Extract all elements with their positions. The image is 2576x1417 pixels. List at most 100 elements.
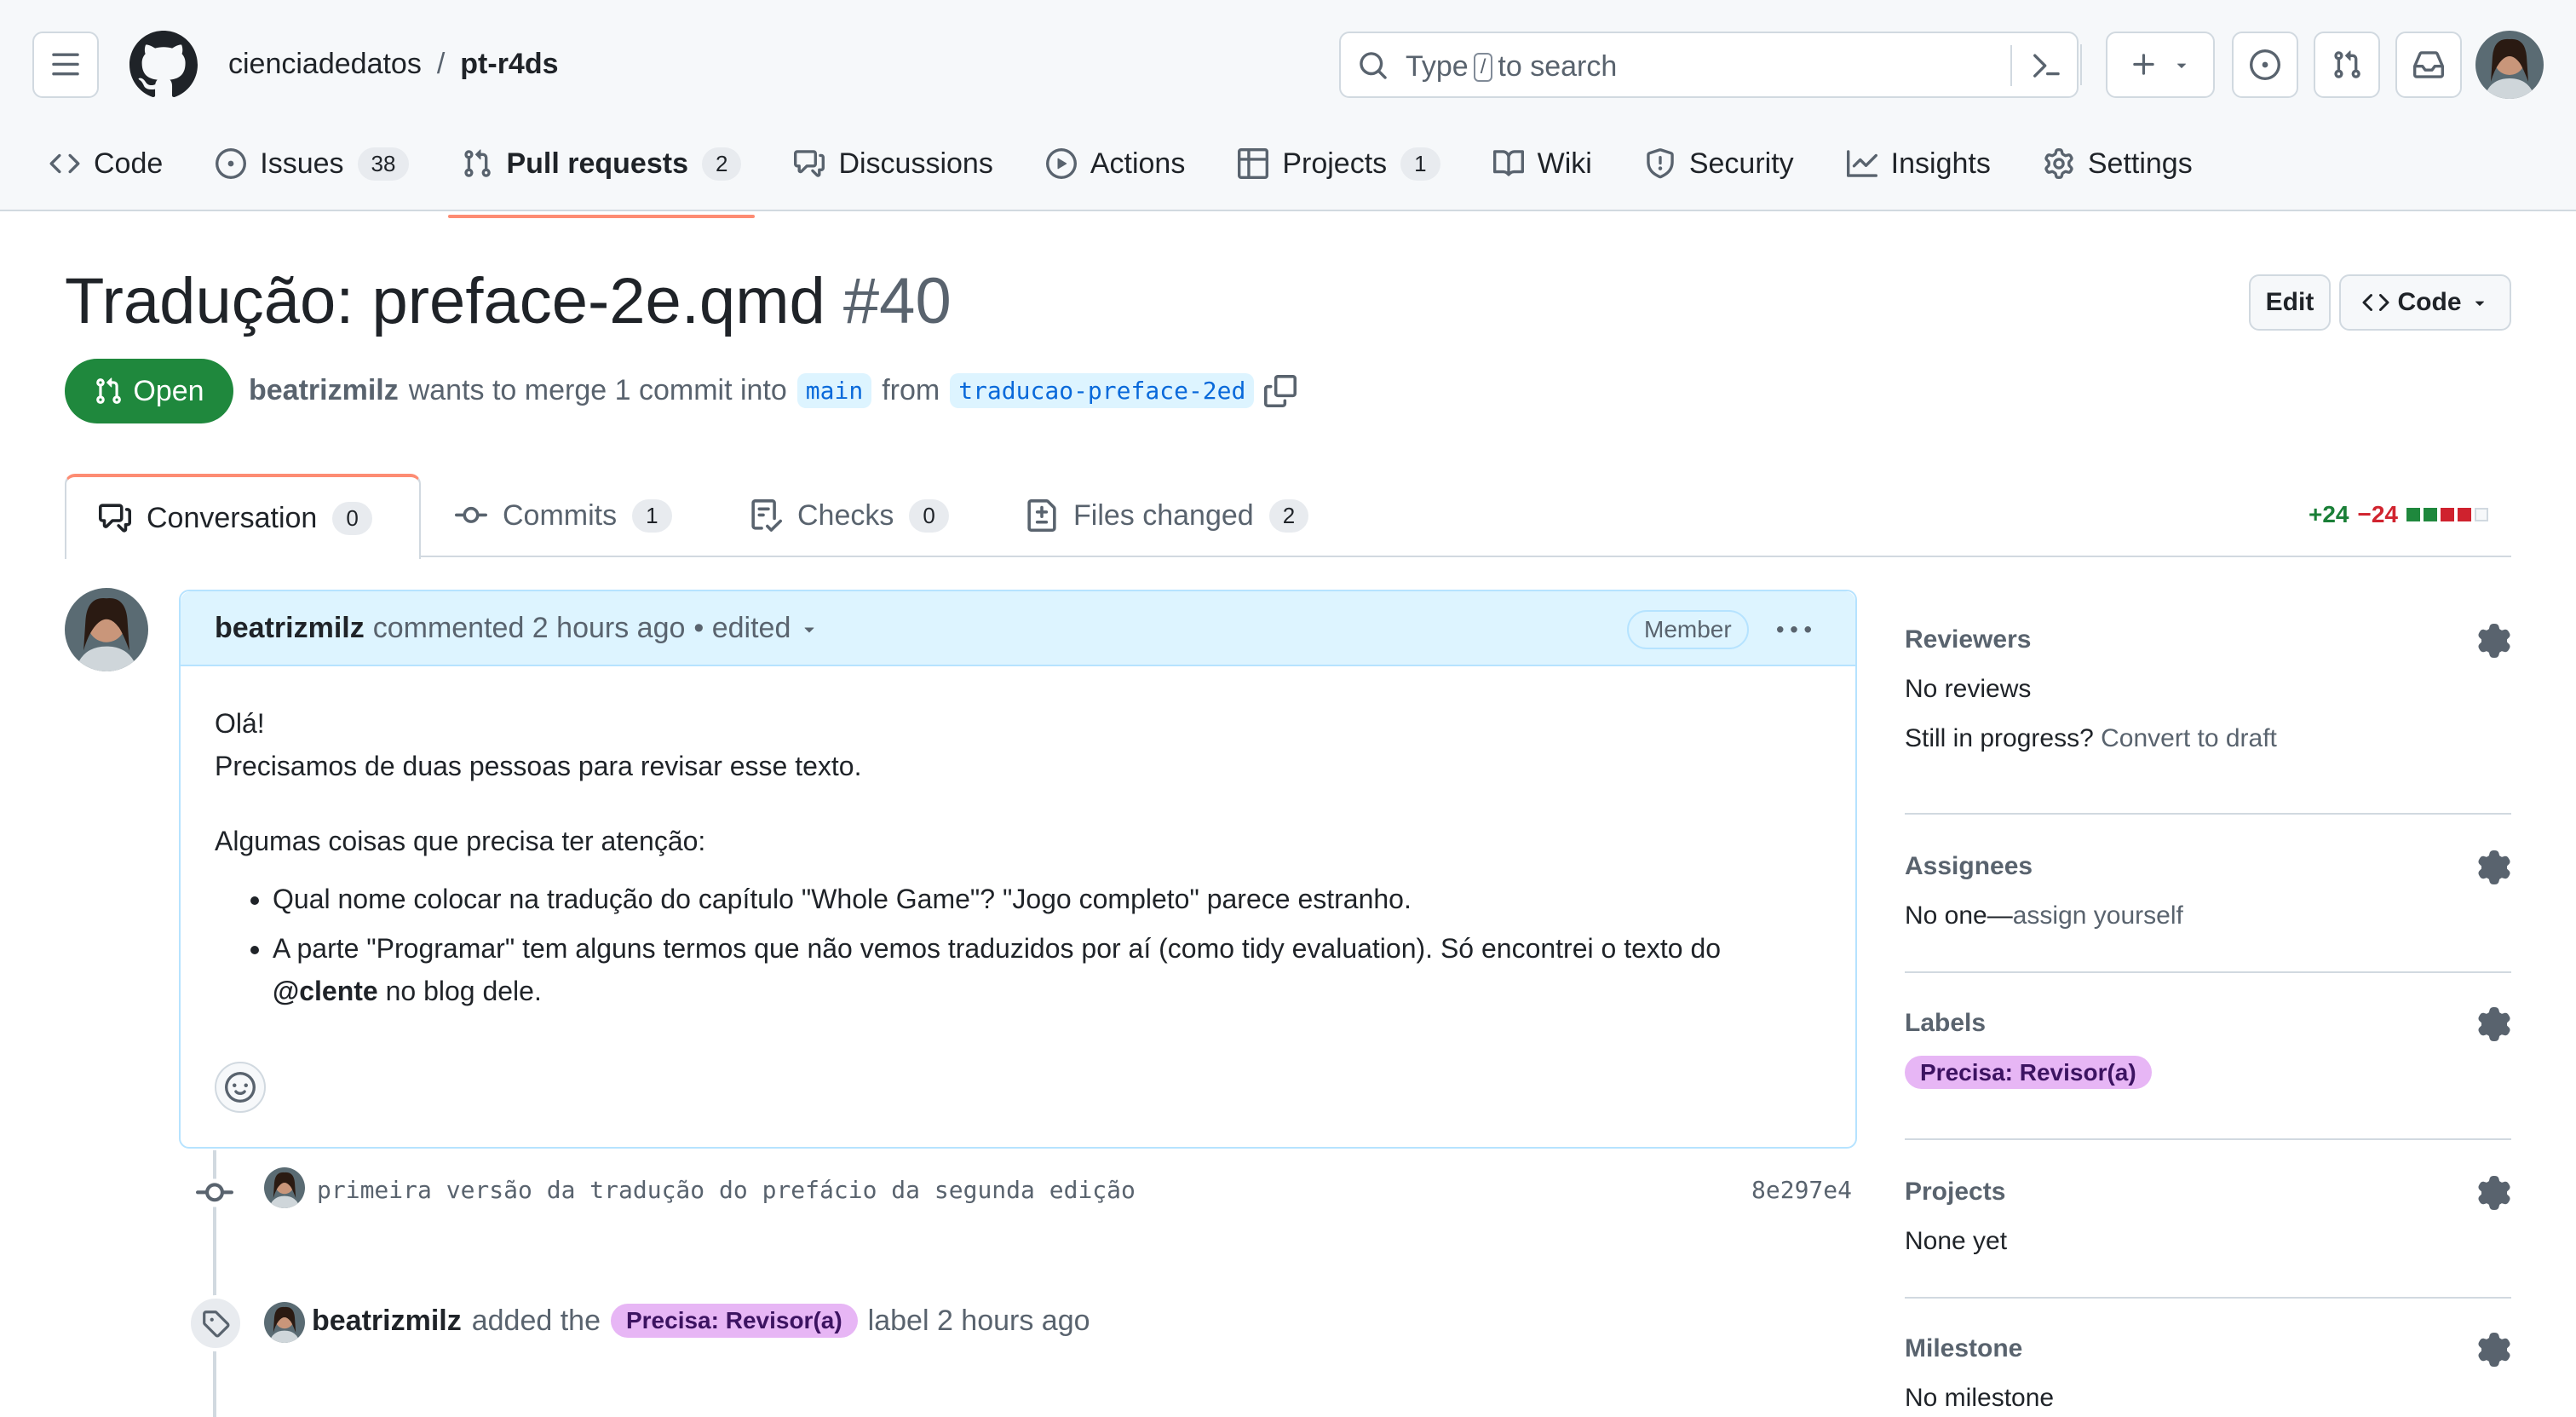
comment-author-avatar[interactable] — [65, 588, 148, 671]
comment-edited-dropdown[interactable]: • edited — [693, 612, 791, 645]
edit-title-button[interactable]: Edit — [2249, 274, 2331, 331]
plus-icon — [2133, 54, 2154, 75]
code-dropdown-button[interactable]: Code — [2339, 274, 2511, 331]
repo-nav-issues[interactable]: Issues 38 — [214, 126, 411, 201]
tab-files-changed[interactable]: Files changed 2 — [1026, 474, 1309, 557]
search-shortcut-key: / — [1473, 52, 1493, 82]
chevron-down-icon — [2475, 301, 2484, 306]
convert-to-draft-link[interactable]: Convert to draft — [2101, 724, 2277, 752]
search-input[interactable]: Type / to search — [1339, 32, 2079, 98]
sidebar-reviewers: Reviewers No reviews Still in progress? … — [1905, 624, 2511, 753]
sidebar-divider — [1905, 1297, 2511, 1299]
issues-count-badge: 38 — [357, 147, 410, 181]
repo-nav-wiki[interactable]: Wiki — [1492, 126, 1594, 201]
assign-yourself-link[interactable]: assign yourself — [2013, 901, 2183, 930]
tab-conversation[interactable]: Conversation 0 — [65, 474, 421, 559]
projects-value: None yet — [1905, 1227, 2008, 1255]
diffstat-block-add — [2424, 508, 2437, 521]
github-logo[interactable] — [129, 31, 198, 99]
gear-icon[interactable] — [2477, 1176, 2511, 1210]
gear-icon[interactable] — [2477, 1007, 2511, 1041]
tab-files-label: Files changed — [1073, 498, 1254, 532]
tab-checks[interactable]: Checks 0 — [750, 474, 949, 557]
sidebar-milestone-title[interactable]: Milestone — [1905, 1334, 2511, 1363]
repo-nav-pull-requests[interactable]: Pull requests 2 — [448, 126, 756, 218]
search-divider — [2010, 45, 2012, 86]
commit-icon — [196, 1178, 233, 1207]
label-pill[interactable]: Precisa: Revisor(a) — [1905, 1056, 2152, 1089]
repo-nav-security[interactable]: Security — [1643, 126, 1796, 201]
comment-body: Olá! Precisamos de duas pessoas para rev… — [215, 702, 1825, 1019]
sidebar-projects-title[interactable]: Projects — [1905, 1178, 2511, 1207]
pull-request-icon — [2334, 50, 2360, 78]
base-branch[interactable]: main — [796, 373, 872, 408]
book-icon — [1492, 150, 1524, 176]
graph-icon — [1846, 150, 1877, 177]
code-button-label: Code — [2397, 288, 2462, 316]
inbox-button[interactable] — [2395, 32, 2462, 98]
repo-nav-insights[interactable]: Insights — [1845, 126, 1992, 201]
comment-card: beatrizmilz commented 2 hours ago • edit… — [179, 590, 1857, 1149]
repo-nav-discussions[interactable]: Discussions — [792, 126, 994, 201]
sidebar-projects: Projects None yet — [1905, 1176, 2511, 1256]
user-avatar[interactable] — [2475, 31, 2544, 99]
repo-nav-issues-label: Issues — [260, 147, 344, 180]
diffstat-block-add — [2406, 508, 2420, 521]
event-author-avatar[interactable] — [264, 1302, 305, 1343]
issues-button[interactable] — [2232, 32, 2298, 98]
sidebar-labels-title[interactable]: Labels — [1905, 1009, 2511, 1038]
repo-owner-link[interactable]: cienciadedatos — [228, 48, 422, 81]
file-diff-icon — [1027, 499, 1056, 532]
gear-icon[interactable] — [2477, 850, 2511, 884]
repo-nav-settings[interactable]: Settings — [2042, 126, 2194, 201]
repo-nav-projects[interactable]: Projects 1 — [1236, 126, 1441, 201]
diffstat-block-del — [2441, 508, 2454, 521]
projects-count-badge: 1 — [1400, 147, 1440, 181]
milestone-value: No milestone — [1905, 1384, 2055, 1412]
pull-request-icon — [464, 149, 492, 177]
repo-nav-actions[interactable]: Actions — [1044, 126, 1187, 201]
search-placeholder: Type / to search — [1406, 50, 1617, 84]
pr-meta: beatrizmilz wants to merge 1 commit into… — [249, 373, 1297, 408]
deletions-count: −24 — [2357, 501, 2399, 527]
hamburger-menu-button[interactable] — [32, 32, 99, 98]
head-branch[interactable]: traducao-preface-2ed — [950, 373, 1255, 408]
pr-state-label: Open — [133, 374, 204, 407]
repo-nav: Code Issues 38 Pull requests 2 Discussio… — [48, 136, 2194, 218]
repo-name-link[interactable]: pt-r4ds — [460, 48, 558, 81]
gear-icon[interactable] — [2477, 1333, 2511, 1367]
add-reaction-button[interactable] — [215, 1062, 266, 1113]
event-action-text: added the — [471, 1304, 601, 1337]
commit-icon — [455, 506, 487, 523]
pr-author-link[interactable]: beatrizmilz — [249, 374, 399, 407]
commit-sha-link[interactable]: 8e297e4 — [1751, 1176, 1852, 1204]
commit-author-avatar[interactable] — [264, 1167, 305, 1208]
event-timestamp[interactable]: label 2 hours ago — [868, 1305, 1090, 1338]
repo-nav-projects-label: Projects — [1282, 147, 1388, 180]
event-author-link[interactable]: beatrizmilz — [312, 1305, 462, 1338]
user-mention-link[interactable]: @clente — [273, 976, 378, 1006]
comment-list: Qual nome colocar na tradução do capítul… — [273, 878, 1825, 1012]
tab-commits[interactable]: Commits 1 — [455, 474, 672, 557]
comment-line: Precisamos de duas pessoas para revisar … — [215, 751, 862, 781]
sidebar-reviewers-title[interactable]: Reviewers — [1905, 625, 2511, 654]
copy-icon[interactable] — [1264, 374, 1297, 407]
comment-timestamp[interactable]: commented 2 hours ago — [373, 612, 686, 645]
pull-requests-button[interactable] — [2314, 32, 2380, 98]
kebab-icon[interactable] — [1777, 613, 1811, 648]
comment-header: beatrizmilz commented 2 hours ago • edit… — [181, 591, 1855, 666]
tab-commits-label: Commits — [503, 498, 618, 532]
diffstat-blocks — [2406, 508, 2488, 521]
gear-icon[interactable] — [2477, 624, 2511, 658]
comment-author-link[interactable]: beatrizmilz — [215, 612, 365, 645]
label-pill[interactable]: Precisa: Revisor(a) — [610, 1304, 858, 1338]
repo-nav-code[interactable]: Code — [48, 126, 164, 201]
shield-icon — [1647, 148, 1674, 179]
sidebar-assignees: Assignees No one—assign yourself — [1905, 850, 2511, 930]
sidebar-assignees-title[interactable]: Assignees — [1905, 852, 2511, 881]
commit-message-link[interactable]: primeira versão da tradução do prefácio … — [317, 1176, 1136, 1204]
chevron-down-icon[interactable] — [799, 619, 819, 639]
command-palette-icon[interactable] — [2031, 50, 2061, 81]
create-new-button[interactable] — [2106, 32, 2215, 98]
